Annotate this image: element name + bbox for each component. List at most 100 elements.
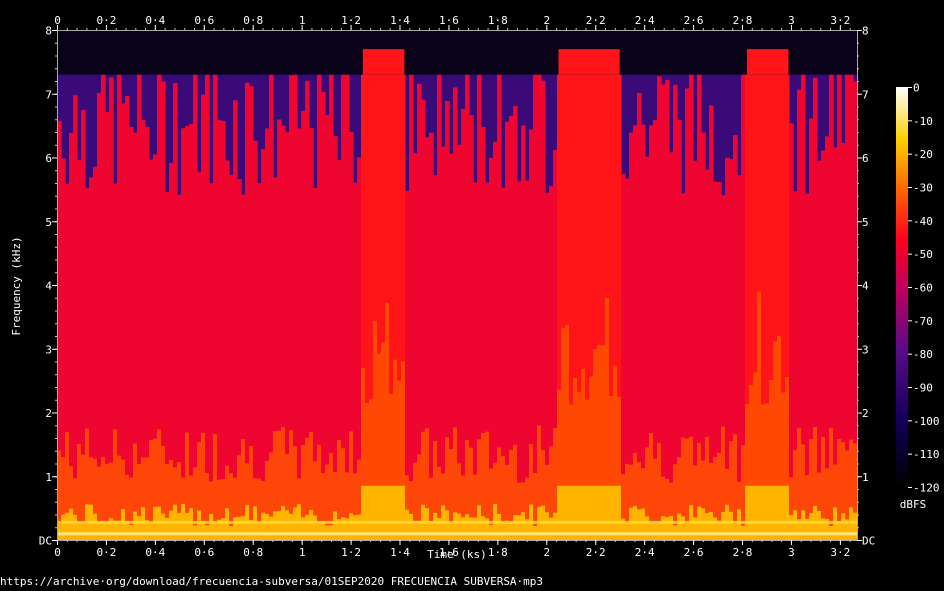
heatmap-cell — [677, 513, 682, 540]
heatmap-cell — [597, 485, 602, 540]
heatmap-cell — [221, 121, 226, 540]
heatmap-cell — [669, 515, 674, 540]
x-tick-label-bottom: 2·6 — [684, 546, 704, 559]
heatmap-cell — [121, 509, 126, 540]
y-tick-label-right: 8 — [862, 25, 869, 38]
x-tick-label-bottom: 0·2 — [96, 546, 116, 559]
heatmap-cell — [433, 512, 438, 540]
x-tick-label-bottom: 1·8 — [488, 546, 508, 559]
heatmap-cell — [665, 79, 670, 540]
heatmap-cell — [589, 485, 594, 540]
heatmap-cell — [269, 516, 274, 540]
heatmap-cell — [765, 485, 770, 540]
heatmap-cell — [233, 100, 238, 540]
x-tick-label-bottom: 2·8 — [733, 546, 753, 559]
colorbar-tick-label: -30 — [913, 182, 933, 195]
x-tick-label-top: 1 — [299, 14, 306, 27]
heatmap-cell — [409, 74, 414, 541]
x-tick-label-top: 2·8 — [733, 14, 753, 27]
colorbar-tick-label: -120 — [913, 482, 940, 495]
heatmap-cell — [261, 512, 266, 540]
heatmap-cell — [105, 522, 110, 540]
heatmap-cell — [569, 485, 574, 540]
y-tick-label-left: 3 — [45, 343, 52, 356]
y-tick-label-left: 8 — [45, 25, 52, 38]
x-tick-label-top: 3 — [788, 14, 795, 27]
heatmap-cell — [521, 512, 526, 540]
heatmap-cell — [285, 510, 290, 540]
colorbar-tick-label: -100 — [913, 415, 940, 428]
x-tick-label-bottom: 2·2 — [586, 546, 606, 559]
x-tick-label-top: 0·8 — [243, 14, 263, 27]
heatmap-cell — [177, 512, 182, 540]
heatmap-cell — [317, 522, 322, 540]
x-tick-label-bottom: 1·2 — [341, 546, 361, 559]
heatmap-cell — [81, 522, 86, 540]
heatmap-cell — [133, 511, 138, 540]
heatmap-cell — [649, 523, 654, 540]
heatmap-cell — [481, 516, 486, 540]
heatmap-cell — [561, 485, 566, 540]
heatmap-cell — [645, 516, 650, 540]
heatmap-cell — [205, 74, 210, 541]
heatmap-cell — [57, 532, 857, 536]
y-tick-label-right: 4 — [862, 280, 869, 293]
spectrogram-chart: 0 0·2 0·4 0·6 0·8 1 1·2 1·4 1·6 1·8 2 2·2 2·4 2·6 2·8 3… — [10, 14, 940, 561]
heatmap-cell — [341, 517, 346, 540]
x-tick-label-top: 2·4 — [635, 14, 655, 27]
heatmap-cell — [729, 511, 734, 540]
heatmap-cell — [757, 485, 762, 540]
heatmap-cell — [445, 510, 450, 540]
x-tick-label-top: 0 — [54, 14, 61, 27]
colorbar-tick-label: -10 — [913, 115, 933, 128]
heatmap-cell — [362, 49, 405, 75]
y-tick-label-right: 2 — [862, 407, 869, 420]
heatmap-cell — [361, 485, 366, 540]
heatmap-cell — [558, 49, 620, 75]
heatmap-cell — [781, 485, 786, 540]
y-axis-right: DC 1 2 3 4 5 6 7 8 — [857, 25, 875, 548]
heatmap-cell — [389, 485, 394, 540]
colorbar-tick-label: -70 — [913, 315, 933, 328]
colorbar-tick-label: -110 — [913, 448, 940, 461]
heatmap-cell — [617, 485, 622, 540]
heatmap-cell — [625, 523, 630, 540]
heatmap-cell — [773, 485, 778, 540]
heatmap-cell — [573, 485, 578, 540]
x-tick-label-top: 1·8 — [488, 14, 508, 27]
heatmap-cell — [137, 516, 142, 540]
heatmap-cell — [709, 511, 714, 540]
heatmap-cell — [321, 521, 326, 540]
heatmap-cell — [149, 523, 154, 540]
y-tick-label-left: 5 — [45, 216, 52, 229]
heatmap-cell — [461, 517, 466, 540]
heatmap-cell — [297, 128, 302, 540]
heatmap-cell — [817, 510, 822, 540]
heatmap-cell — [265, 513, 270, 540]
x-tick-label-bottom: 0·6 — [194, 546, 214, 559]
x-tick-label-top: 1·2 — [341, 14, 361, 27]
x-axis-top: 0 0·2 0·4 0·6 0·8 1 1·2 1·4 1·6 1·8 2 2·2 2·4 2·6 2·8 3… — [54, 14, 851, 30]
heatmap-cell — [213, 522, 218, 540]
colorbar-tick-label: -20 — [913, 148, 933, 161]
heatmap-cell — [501, 522, 506, 540]
colorbar-tick-label: -50 — [913, 248, 933, 261]
heatmap-cell — [373, 485, 378, 540]
heatmap-cell — [377, 485, 382, 540]
x-tick-label-top: 2 — [543, 14, 550, 27]
heatmap-cell — [169, 510, 174, 540]
heatmap-cell — [461, 108, 466, 540]
heatmap-cell — [65, 512, 70, 540]
x-tick-label-top: 3·2 — [830, 14, 850, 27]
heatmap-cell — [545, 512, 550, 540]
heatmap-cell — [237, 516, 242, 540]
heatmap-cell — [665, 517, 670, 540]
heatmap-cell — [789, 514, 794, 540]
heatmap-cell — [125, 95, 130, 541]
heatmap-cell — [381, 485, 386, 540]
heatmap-cell — [497, 513, 502, 540]
x-tick-label-bottom: 2·4 — [635, 546, 655, 559]
spectrogram-heatmap — [57, 30, 858, 541]
heatmap-cell — [581, 485, 586, 540]
heatmap-cell — [57, 520, 857, 524]
